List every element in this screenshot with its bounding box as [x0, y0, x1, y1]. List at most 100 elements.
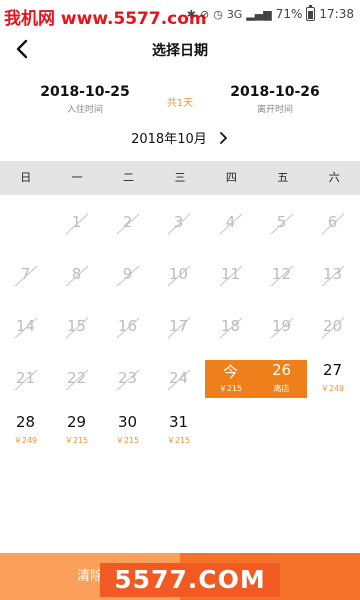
calendar-day-checkin[interactable]: 今 ￥215 [205, 352, 256, 403]
checkin-date: 2018-10-25 [40, 84, 130, 100]
checkout-date: 2018-10-26 [230, 84, 320, 100]
strike-through-icon [321, 265, 345, 287]
weekday-wed: 三 [174, 171, 186, 184]
calendar-day-disabled: 14 [0, 300, 51, 351]
calendar-day-disabled: 24 [153, 352, 204, 403]
weekday-fri: 五 [277, 171, 289, 184]
strike-through-icon [65, 265, 89, 287]
calendar-day-available[interactable]: 29 ￥215 [51, 404, 102, 455]
day-number: 27 [322, 361, 343, 379]
calendar-day-disabled: 12 [256, 248, 307, 299]
battery-percent: 71% [275, 7, 303, 21]
day-price: ￥215 [218, 384, 243, 393]
day-number: 28 [15, 413, 36, 431]
strike-through-icon [270, 265, 294, 287]
calendar-day-checkout[interactable]: 26 离店 [256, 352, 307, 403]
calendar-day-disabled: 16 [102, 300, 153, 351]
strike-through-icon [65, 317, 89, 339]
strike-through-icon [321, 213, 345, 235]
weekday-mon: 一 [71, 171, 83, 184]
strike-through-icon [321, 317, 345, 339]
calendar-day-disabled: 1 [51, 196, 102, 247]
strike-through-icon [270, 213, 294, 235]
calendar-day-available[interactable]: 28 ￥249 [0, 404, 51, 455]
day-price: ￥215 [64, 436, 89, 445]
calendar-day-disabled: 10 [153, 248, 204, 299]
stay-summary: 2018-10-25 入住时间 共1天 2018-10-26 离开时间 [0, 84, 360, 124]
signal-icon: ▂▄▆ [246, 7, 272, 21]
calendar-day-disabled: 23 [102, 352, 153, 403]
status-icons: ✱ ⊘ ◷ 3G ▂▄▆ 71% 17:38 [186, 5, 354, 21]
checkin-block: 2018-10-25 入住时间 [25, 84, 145, 115]
calendar-day-disabled: 11 [205, 248, 256, 299]
strike-through-icon [167, 369, 191, 391]
strike-through-icon [116, 213, 140, 235]
strike-through-icon [14, 317, 38, 339]
nav-bar: 选择日期 [0, 30, 360, 70]
day-price: ￥215 [115, 436, 140, 445]
chevron-right-icon[interactable] [217, 131, 229, 144]
strike-through-icon [270, 317, 294, 339]
calendar-day-disabled: 21 [0, 352, 51, 403]
clock: 17:38 [319, 7, 354, 21]
signal-type: 3G [226, 7, 243, 21]
nights-count: 共1天 [166, 98, 194, 109]
battery-icon [306, 5, 316, 21]
weekday-sun: 日 [20, 171, 32, 184]
checkout-block: 2018-10-26 离开时间 [215, 84, 335, 115]
strike-through-icon [116, 265, 140, 287]
day-price: ￥215 [166, 436, 191, 445]
day-number: 今 [222, 363, 238, 381]
day-price: ￥249 [13, 436, 38, 445]
weekday-row: 日 一 二 三 四 五 六 [0, 161, 360, 195]
calendar-day-disabled: 22 [51, 352, 102, 403]
calendar-day-disabled: 15 [51, 300, 102, 351]
strike-through-icon [14, 265, 38, 287]
calendar-day-disabled: 2 [102, 196, 153, 247]
calendar-day-disabled: 19 [256, 300, 307, 351]
month-label: 2018年10月 [131, 132, 207, 147]
calendar-day-disabled: 4 [205, 196, 256, 247]
strike-through-icon [65, 369, 89, 391]
day-number: 31 [168, 413, 189, 431]
calendar-day-disabled: 5 [256, 196, 307, 247]
alarm-icon: ◷ [213, 7, 223, 21]
day-sublabel: 离店 [273, 384, 290, 393]
day-number: 26 [271, 361, 292, 379]
strike-through-icon [116, 317, 140, 339]
weekday-sat: 六 [328, 171, 340, 184]
calendar-day-available[interactable]: 31 ￥215 [153, 404, 204, 455]
watermark-text: 我机网 www.5577.com [4, 9, 207, 29]
calendar-day-disabled: 7 [0, 248, 51, 299]
calendar-day-disabled: 18 [205, 300, 256, 351]
bluetooth-icon: ✱ [186, 7, 196, 21]
calendar-day-disabled: 6 [307, 196, 358, 247]
month-header: 2018年10月 [0, 128, 360, 150]
strike-through-icon [167, 317, 191, 339]
page-title: 选择日期 [152, 43, 208, 59]
calendar-day-disabled: 3 [153, 196, 204, 247]
mute-icon: ⊘ [199, 7, 210, 21]
strike-through-icon [14, 369, 38, 391]
day-price: ￥249 [320, 384, 345, 393]
strike-through-icon [167, 265, 191, 287]
weekday-tue: 二 [123, 171, 135, 184]
calendar-day-disabled: 9 [102, 248, 153, 299]
strike-through-icon [116, 369, 140, 391]
calendar-day-available[interactable]: 27 ￥249 [307, 352, 358, 403]
strike-through-icon [65, 213, 89, 235]
strike-through-icon [219, 265, 243, 287]
status-bar: 我机网 www.5577.com ✱ ⊘ ◷ 3G ▂▄▆ 71% 17:38 [0, 0, 360, 30]
calendar-day-available[interactable]: 30 ￥215 [102, 404, 153, 455]
calendar-day-disabled: 20 [307, 300, 358, 351]
strike-through-icon [219, 213, 243, 235]
checkout-label: 离开时间 [256, 105, 293, 115]
watermark-logo: 5577.COM [100, 563, 280, 597]
strike-through-icon [219, 317, 243, 339]
checkin-label: 入住时间 [66, 105, 103, 115]
weekday-thu: 四 [225, 171, 237, 184]
day-number: 29 [66, 413, 87, 431]
calendar-day-disabled: 13 [307, 248, 358, 299]
day-number: 30 [117, 413, 138, 431]
strike-through-icon [167, 213, 191, 235]
